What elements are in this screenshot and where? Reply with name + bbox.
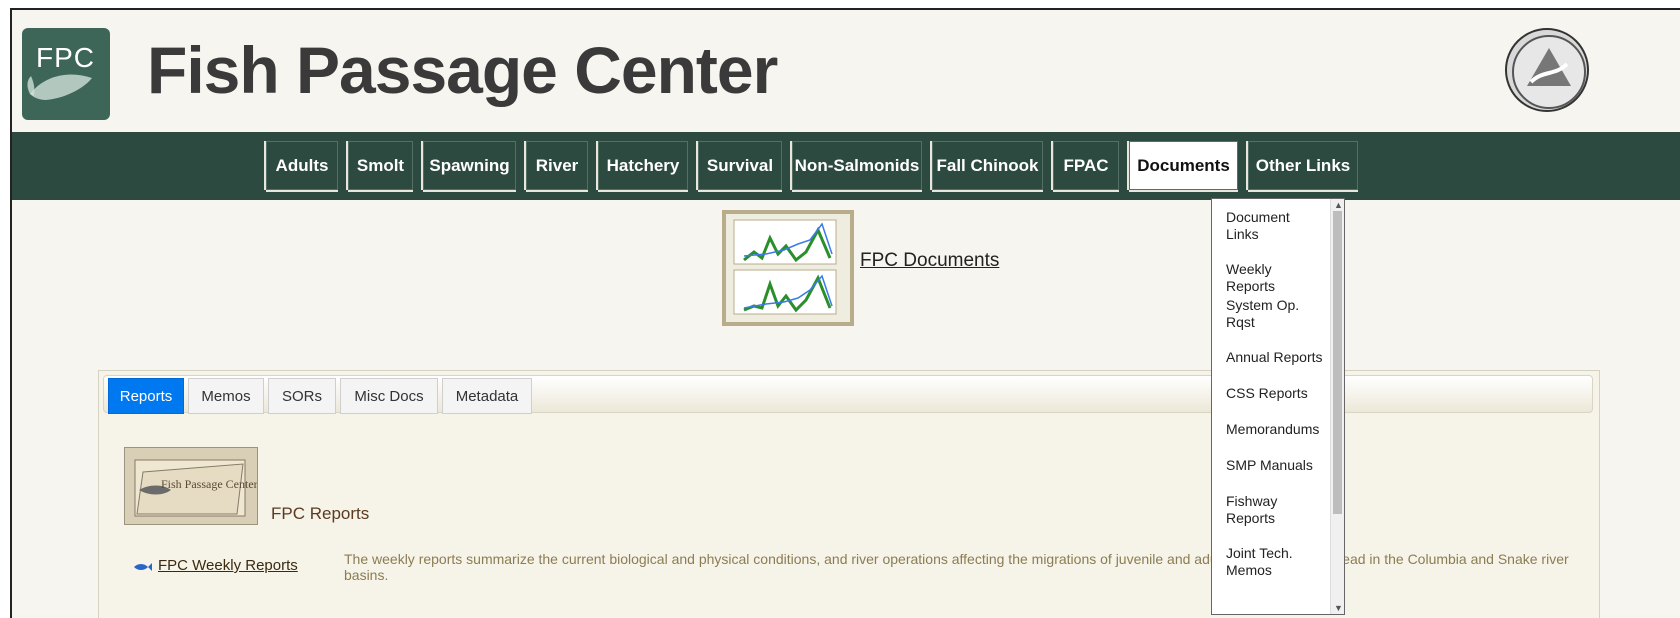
tab-memos[interactable]: Memos (188, 378, 264, 414)
tab-misc-docs[interactable]: Misc Docs (340, 378, 438, 414)
folder-fish-icon: Fish Passage Center (134, 459, 258, 517)
scroll-up-icon[interactable]: ▲ (1334, 200, 1343, 210)
dropdown-item-fishway-reports[interactable]: Fishway Reports (1226, 493, 1324, 527)
fish-logo-icon (27, 74, 92, 100)
dropdown-item-smp-manuals[interactable]: SMP Manuals (1226, 457, 1324, 474)
reports-heading: FPC Reports (271, 504, 370, 523)
nav-documents[interactable]: Documents (1129, 141, 1238, 190)
fpc-documents-chart-image[interactable] (722, 210, 854, 326)
dropdown-item-system-op-rqst[interactable]: System Op. Rqst (1226, 297, 1324, 331)
nav-other-links[interactable]: Other Links (1248, 141, 1358, 190)
nav-fpac[interactable]: FPAC (1053, 141, 1119, 190)
nav-survival[interactable]: Survival (698, 141, 782, 190)
dropdown-item-weekly-reports[interactable]: Weekly Reports (1226, 261, 1324, 295)
tab-metadata[interactable]: Metadata (442, 378, 532, 414)
dropdown-item-annual-reports[interactable]: Annual Reports (1226, 349, 1324, 366)
nav-river[interactable]: River (526, 141, 588, 190)
weekly-reports-link[interactable]: FPC Weekly Reports (158, 557, 298, 574)
tabs-panel: Reports Memos SORs Misc Docs Metadata Fi… (98, 370, 1600, 618)
dropdown-item-memorandums[interactable]: Memorandums (1226, 421, 1324, 438)
nav-smolt[interactable]: Smolt (348, 141, 413, 190)
fish-bullet-icon (134, 563, 152, 571)
scroll-down-icon[interactable]: ▼ (1334, 603, 1343, 613)
seal-icon (1512, 35, 1586, 109)
main-nav: Adults Smolt Spawning River Hatchery Sur… (12, 132, 1680, 200)
nav-spawning[interactable]: Spawning (423, 141, 516, 190)
nav-hatchery[interactable]: Hatchery (598, 141, 688, 190)
fpc-documents-link[interactable]: FPC Documents (860, 250, 999, 272)
main-content: FPC Documents Reports Memos SORs Misc Do… (12, 200, 1680, 618)
nav-fall-chinook[interactable]: Fall Chinook (932, 141, 1043, 190)
documents-chart-icon (733, 219, 837, 315)
dropdown-item-joint-tech-memos[interactable]: Joint Tech. Memos (1226, 545, 1324, 579)
dropdown-item-document-links[interactable]: Document Links (1226, 209, 1324, 243)
dropdown-item-css-reports[interactable]: CSS Reports (1226, 385, 1324, 402)
scrollbar-thumb[interactable] (1333, 211, 1342, 514)
documents-dropdown-menu[interactable]: Document Links Weekly Reports System Op.… (1211, 198, 1345, 615)
dropdown-scrollbar[interactable]: ▲ ▼ (1330, 199, 1344, 614)
site-header: FPC Fish Passage Center (12, 10, 1680, 132)
tab-bar: Reports Memos SORs Misc Docs Metadata (103, 375, 1593, 414)
reports-image-caption: Fish Passage Center (161, 477, 257, 491)
page-frame: FPC Fish Passage Center Adults Smolt Spa… (10, 8, 1680, 618)
fpc-logo[interactable]: FPC (22, 28, 110, 120)
tab-reports[interactable]: Reports (108, 378, 184, 414)
fpc-reports-image: Fish Passage Center (124, 447, 258, 525)
nav-adults[interactable]: Adults (266, 141, 338, 190)
nav-non-salmonids[interactable]: Non-Salmonids (792, 141, 922, 190)
site-title: Fish Passage Center (147, 33, 778, 107)
weekly-reports-description: The weekly reports summarize the current… (344, 551, 1569, 583)
columbia-basin-seal-logo (1505, 28, 1589, 112)
tab-sors[interactable]: SORs (268, 378, 336, 414)
